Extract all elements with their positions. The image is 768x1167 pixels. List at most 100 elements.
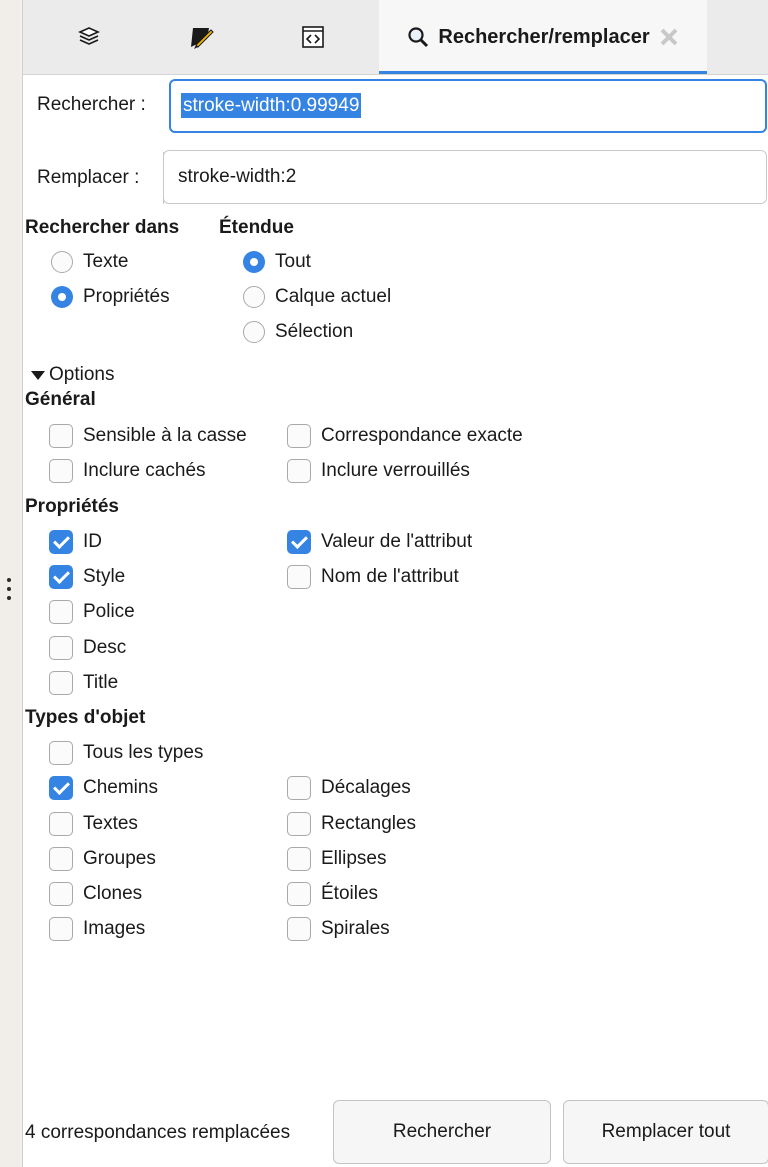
active-tab-indicator (379, 71, 707, 74)
fill-stroke-icon (191, 28, 214, 49)
type-ellipses-checkbox[interactable]: Ellipses (287, 847, 386, 871)
checkbox-indicator (49, 459, 73, 483)
find-button[interactable]: Rechercher (333, 1100, 551, 1164)
checkbox-indicator (287, 565, 311, 589)
include-hidden-checkbox[interactable]: Inclure cachés (49, 459, 206, 483)
type-stars-checkbox[interactable]: Étoiles (287, 882, 378, 906)
checkbox-label: Desc (83, 637, 127, 658)
radio-label: Sélection (275, 321, 354, 342)
scope-current-layer-radio[interactable]: Calque actuel (243, 286, 391, 308)
checkbox-indicator (49, 847, 73, 871)
type-clones-checkbox[interactable]: Clones (49, 882, 142, 906)
radio-label: Propriétés (83, 286, 170, 307)
checkbox-indicator (49, 600, 73, 624)
replace-all-button[interactable]: Remplacer tout (563, 1100, 768, 1164)
search-icon (408, 27, 429, 48)
property-font-checkbox[interactable]: Police (49, 600, 135, 624)
checkbox-label: Title (83, 672, 119, 693)
checkbox-indicator (49, 776, 73, 800)
checkbox-indicator (49, 424, 73, 448)
property-attribute-name-checkbox[interactable]: Nom de l'attribut (287, 565, 459, 589)
checkbox-label: Clones (83, 883, 143, 904)
type-groups-checkbox[interactable]: Groupes (49, 847, 156, 871)
checkbox-label: Correspondance exacte (321, 425, 523, 446)
type-spirals-checkbox[interactable]: Spirales (287, 917, 390, 941)
checkbox-label: Valeur de l'attribut (321, 531, 473, 552)
dock-handle-icon[interactable] (6, 578, 12, 606)
checkbox-label: Inclure verrouillés (321, 460, 470, 481)
dock-tab-bar: Rechercher/remplacer (23, 0, 768, 75)
checkbox-indicator (49, 671, 73, 695)
checkbox-label: Tous les types (83, 742, 204, 763)
status-message: 4 correspondances remplacées (25, 1122, 291, 1143)
replace-input[interactable]: stroke-width:2 (163, 150, 767, 204)
checkbox-label: Spirales (321, 918, 390, 939)
find-input-value: stroke-width:0.99949 (181, 93, 362, 118)
find-input[interactable]: stroke-width:0.99949 (169, 79, 767, 133)
exact-match-checkbox[interactable]: Correspondance exacte (287, 424, 523, 448)
checkbox-indicator (287, 847, 311, 871)
type-rectangles-checkbox[interactable]: Rectangles (287, 812, 416, 836)
checkbox-label: Style (83, 566, 126, 587)
options-expander[interactable]: Options (31, 364, 114, 386)
property-desc-checkbox[interactable]: Desc (49, 636, 126, 660)
close-icon[interactable] (658, 26, 680, 48)
tab-fill-stroke[interactable] (171, 0, 231, 74)
property-attribute-value-checkbox[interactable]: Valeur de l'attribut (287, 530, 472, 554)
properties-heading: Propriétés (25, 496, 119, 517)
search-in-text-radio[interactable]: Texte (51, 251, 128, 273)
replace-label: Remplacer : (37, 167, 140, 188)
radio-label: Texte (83, 251, 129, 272)
checkbox-label: Groupes (83, 848, 156, 869)
checkbox-indicator (287, 917, 311, 941)
object-types-heading: Types d'objet (25, 707, 146, 728)
checkbox-indicator (49, 741, 73, 765)
search-in-properties-radio[interactable]: Propriétés (51, 286, 170, 308)
checkbox-label: Images (83, 918, 146, 939)
checkbox-label: Décalages (321, 777, 411, 798)
checkbox-label: Étoiles (321, 883, 379, 904)
tab-find-replace-label: Rechercher/remplacer (438, 25, 650, 48)
scope-selection-radio[interactable]: Sélection (243, 321, 353, 343)
type-texts-checkbox[interactable]: Textes (49, 812, 138, 836)
checkbox-indicator (287, 530, 311, 554)
case-sensitive-checkbox[interactable]: Sensible à la casse (49, 424, 247, 448)
checkbox-indicator (49, 882, 73, 906)
layers-icon (78, 27, 100, 45)
property-id-checkbox[interactable]: ID (49, 530, 102, 554)
checkbox-indicator (287, 424, 311, 448)
type-all-checkbox[interactable]: Tous les types (49, 741, 203, 765)
checkbox-label: Inclure cachés (83, 460, 206, 481)
general-heading: Général (25, 389, 96, 410)
find-replace-panel: Rechercher/remplacer Rechercher : stroke… (22, 0, 768, 1167)
checkbox-indicator (49, 636, 73, 660)
tab-find-replace[interactable]: Rechercher/remplacer (379, 0, 707, 74)
type-paths-checkbox[interactable]: Chemins (49, 776, 158, 800)
find-label: Rechercher : (37, 94, 146, 115)
property-style-checkbox[interactable]: Style (49, 565, 125, 589)
checkbox-indicator (49, 530, 73, 554)
replace-input-value: stroke-width:2 (178, 166, 297, 187)
radio-indicator (51, 251, 73, 273)
xml-editor-icon (302, 26, 324, 48)
tab-xml-editor[interactable] (283, 0, 343, 74)
type-images-checkbox[interactable]: Images (49, 917, 145, 941)
search-in-heading: Rechercher dans (25, 217, 180, 238)
scope-all-radio[interactable]: Tout (243, 251, 311, 273)
checkbox-label: Textes (83, 813, 138, 834)
include-locked-checkbox[interactable]: Inclure verrouillés (287, 459, 470, 483)
checkbox-label: Nom de l'attribut (321, 566, 459, 587)
checkbox-label: Police (83, 601, 135, 622)
type-offsets-checkbox[interactable]: Décalages (287, 776, 411, 800)
tab-layers[interactable] (59, 0, 119, 74)
options-expander-label: Options (49, 364, 115, 385)
checkbox-label: Ellipses (321, 848, 387, 869)
checkbox-indicator (287, 812, 311, 836)
radio-label: Tout (275, 251, 311, 272)
property-title-checkbox[interactable]: Title (49, 671, 118, 695)
checkbox-indicator (49, 917, 73, 941)
radio-indicator (243, 321, 265, 343)
radio-indicator (51, 286, 73, 308)
checkbox-label: ID (83, 531, 102, 552)
checkbox-label: Chemins (83, 777, 158, 798)
